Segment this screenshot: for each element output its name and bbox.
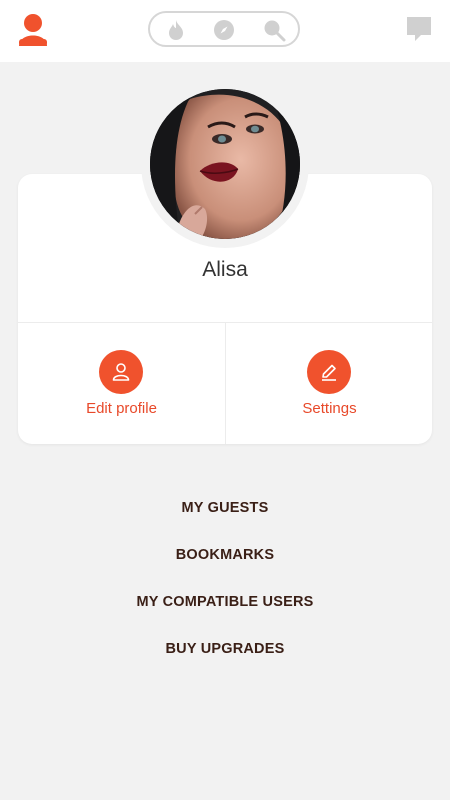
search-icon[interactable] [262, 18, 286, 42]
pencil-icon [322, 364, 336, 381]
avatar[interactable] [150, 89, 300, 239]
top-bar [0, 0, 450, 62]
menu-item-my-compatible-users[interactable]: MY COMPATIBLE USERS [0, 594, 450, 610]
edit-profile-icon-circle [99, 350, 143, 394]
edit-profile-button[interactable]: Edit profile [18, 323, 225, 444]
chat-bubble-icon[interactable] [404, 14, 434, 44]
settings-button[interactable]: Settings [226, 323, 433, 444]
menu-item-my-guests[interactable]: MY GUESTS [0, 500, 450, 516]
flame-icon[interactable] [164, 18, 188, 42]
settings-icon-circle [307, 350, 351, 394]
person-outline-icon [112, 363, 130, 381]
menu-item-bookmarks[interactable]: BOOKMARKS [0, 547, 450, 563]
menu-item-buy-upgrades[interactable]: BUY UPGRADES [0, 641, 450, 657]
main-nav-switcher [148, 11, 300, 47]
compass-icon[interactable] [212, 18, 236, 42]
profile-name: Alisa [202, 258, 248, 281]
user-profile-icon[interactable] [16, 12, 50, 48]
settings-label: Settings [302, 400, 357, 417]
edit-profile-label: Edit profile [86, 400, 157, 417]
